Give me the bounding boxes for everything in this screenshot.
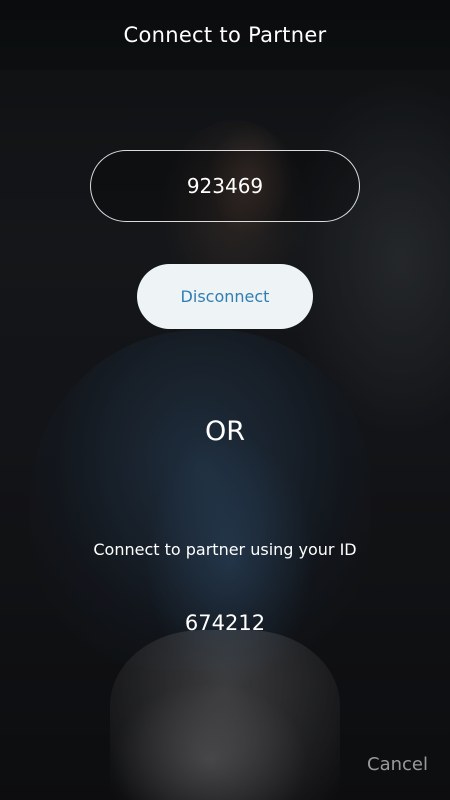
or-divider-label: OR bbox=[204, 416, 245, 447]
cancel-button[interactable]: Cancel bbox=[367, 754, 428, 775]
connect-partner-screen: Connect to Partner Disconnect OR Connect… bbox=[0, 0, 450, 800]
own-id-instructions: Connect to partner using your ID bbox=[93, 540, 357, 559]
own-id-value: 674212 bbox=[184, 611, 266, 635]
dim-overlay bbox=[0, 0, 450, 800]
partner-id-input[interactable] bbox=[90, 150, 360, 222]
page-title: Connect to Partner bbox=[123, 23, 327, 47]
header-bar: Connect to Partner bbox=[0, 0, 450, 70]
disconnect-button[interactable]: Disconnect bbox=[137, 264, 313, 329]
